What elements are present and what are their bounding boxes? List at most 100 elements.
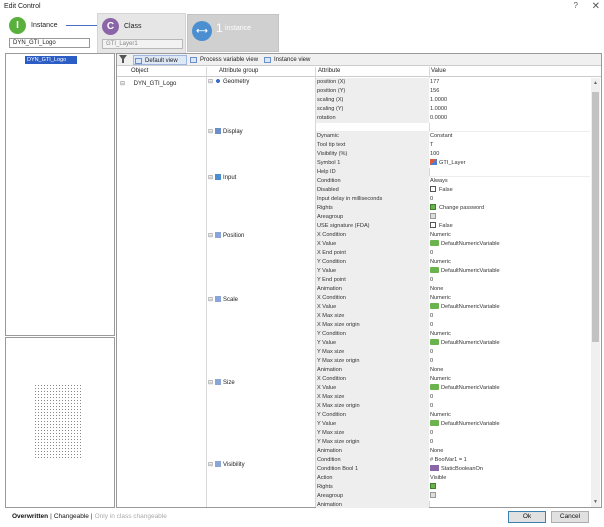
attribute-row[interactable]: X End point 0 — [316, 249, 590, 258]
attribute-row[interactable]: rotation 0.0000 — [316, 114, 590, 123]
collapse-icon[interactable]: ⊟ — [120, 80, 126, 87]
attribute-row[interactable]: Y Condition Numeric — [316, 258, 590, 267]
attribute-row[interactable]: Y Condition Numeric — [316, 330, 590, 339]
attribute-row[interactable]: X Condition Numeric — [316, 294, 590, 303]
attribute-row[interactable]: Rights — [316, 483, 590, 492]
process-variable-view-tab[interactable]: Process variable view — [189, 55, 261, 65]
attribute-row[interactable]: USE signature (FDA) False — [316, 222, 590, 231]
close-button[interactable]: ✕ — [592, 1, 600, 12]
attribute-row[interactable]: X Value DefaultNumericVariable — [316, 303, 590, 312]
attribute-value[interactable]: 0 — [429, 348, 590, 357]
attribute-value[interactable]: Constant — [429, 132, 590, 141]
tree-item-selected[interactable]: DYN_GTI_Logo — [25, 56, 77, 64]
attribute-row[interactable]: Input delay in milliseconds 0 — [316, 195, 590, 204]
attribute-value[interactable]: 0 — [429, 195, 590, 204]
attribute-row[interactable]: Y Max size origin 0 — [316, 357, 590, 366]
collapse-icon[interactable]: ⊟ — [208, 461, 215, 468]
attribute-row[interactable]: Animation None — [316, 447, 590, 456]
class-step[interactable]: C Class GTI_Layer1 — [97, 13, 186, 54]
attribute-row[interactable]: position (Y) 156 — [316, 87, 590, 96]
attribute-row[interactable]: Y End point 0 — [316, 276, 590, 285]
attribute-row[interactable]: Y Value DefaultNumericVariable — [316, 267, 590, 276]
attribute-value[interactable]: 0 — [429, 249, 590, 258]
attribute-value[interactable]: 0 — [429, 438, 590, 447]
group-size[interactable]: ⊟ Size — [208, 379, 235, 386]
mode-overwritten[interactable]: Overwritten — [12, 513, 48, 520]
attribute-row[interactable]: Y Condition Numeric — [316, 411, 590, 420]
attribute-value[interactable]: 0 — [429, 393, 590, 402]
attribute-value[interactable]: 0 — [429, 276, 590, 285]
attribute-value[interactable]: GTI_Layer — [429, 159, 590, 168]
attribute-value[interactable]: 100 — [429, 150, 590, 159]
attribute-row[interactable]: X Condition Numeric — [316, 231, 590, 240]
collapse-icon[interactable]: ⊟ — [208, 296, 215, 303]
group-input[interactable]: ⊟ Input — [208, 174, 236, 181]
attribute-value[interactable]: 1.0000 — [429, 96, 590, 105]
attribute-value[interactable]: Numeric — [429, 258, 590, 267]
attribute-value[interactable]: DefaultNumericVariable — [429, 303, 590, 312]
scroll-down-icon[interactable]: ▼ — [593, 499, 598, 505]
collapse-icon[interactable]: ⊟ — [208, 78, 215, 85]
attribute-row[interactable]: Areagroup — [316, 213, 590, 222]
scroll-up-icon[interactable]: ▲ — [593, 80, 598, 86]
vertical-scrollbar[interactable]: ▲ ▼ — [591, 78, 600, 507]
object-cell[interactable]: ⊟ DYN_GTI_Logo — [120, 80, 176, 87]
attribute-value[interactable]: 0 — [429, 312, 590, 321]
attribute-row[interactable]: Y Value DefaultNumericVariable — [316, 420, 590, 429]
attribute-value[interactable]: DefaultNumericVariable — [429, 420, 590, 429]
instance-step[interactable]: I Instance DYN_GTI_Logo — [5, 13, 95, 54]
attribute-row[interactable]: X Max size 0 — [316, 312, 590, 321]
attribute-value[interactable]: 0 — [429, 321, 590, 330]
attribute-row[interactable]: X Value DefaultNumericVariable — [316, 384, 590, 393]
mode-changeable[interactable]: Changeable — [54, 513, 89, 520]
attribute-row[interactable]: X Condition Numeric — [316, 375, 590, 384]
attribute-row[interactable]: X Max size 0 — [316, 393, 590, 402]
attribute-row[interactable]: Animation None — [316, 366, 590, 375]
attribute-value[interactable]: False — [429, 186, 590, 195]
attribute-value[interactable]: Visible — [429, 474, 590, 483]
attribute-value[interactable]: Numeric — [429, 330, 590, 339]
attribute-value[interactable]: None — [429, 366, 590, 375]
attribute-value[interactable]: DefaultNumericVariable — [429, 339, 590, 348]
group-geometry[interactable]: ⊟ Geometry — [208, 78, 249, 85]
attribute-row[interactable]: scaling (X) 1.0000 — [316, 96, 590, 105]
collapse-icon[interactable]: ⊟ — [208, 174, 215, 181]
attribute-value[interactable]: None — [429, 285, 590, 294]
attribute-value[interactable]: 0 — [429, 357, 590, 366]
attribute-row[interactable]: Y Max size origin 0 — [316, 438, 590, 447]
attribute-row[interactable]: X Max size origin 0 — [316, 321, 590, 330]
collapse-icon[interactable]: ⊟ — [208, 128, 215, 135]
attribute-row[interactable]: Y Value DefaultNumericVariable — [316, 339, 590, 348]
attribute-value[interactable]: Numeric — [429, 411, 590, 420]
attribute-value[interactable]: False — [429, 222, 590, 231]
ok-button[interactable]: Ok — [508, 511, 546, 523]
attribute-row[interactable]: Symbol 1 GTI_Layer — [316, 159, 590, 168]
attribute-value[interactable]: DefaultNumericVariable — [429, 384, 590, 393]
default-view-tab[interactable]: Default view — [133, 55, 187, 65]
attribute-row[interactable]: Disabled False — [316, 186, 590, 195]
attribute-row[interactable]: Visibility (%) 100 — [316, 150, 590, 159]
help-button[interactable]: ? — [574, 1, 578, 10]
attribute-value[interactable]: DefaultNumericVariable — [429, 267, 590, 276]
attribute-row[interactable]: position (X) 177 — [316, 78, 590, 87]
attribute-row[interactable]: Y Max size 0 — [316, 348, 590, 357]
group-visibility[interactable]: ⊟ Visibility — [208, 461, 245, 468]
group-position[interactable]: ⊟ Position — [208, 232, 244, 239]
attribute-value[interactable]: 1.0000 — [429, 105, 590, 114]
attribute-value[interactable]: 0 — [429, 402, 590, 411]
attribute-value[interactable]: DefaultNumericVariable — [429, 240, 590, 249]
group-display[interactable]: ⊟ Display — [208, 128, 243, 135]
attribute-value[interactable]: T — [429, 141, 590, 150]
attribute-value[interactable] — [429, 492, 590, 501]
cancel-button[interactable]: Cancel — [551, 511, 589, 523]
attribute-row[interactable]: Help ID — [316, 168, 590, 177]
scrollbar-thumb[interactable] — [592, 92, 599, 342]
attribute-value[interactable]: 156 — [429, 87, 590, 96]
collapse-icon[interactable]: ⊟ — [208, 232, 215, 239]
attribute-row[interactable]: Action Visible — [316, 474, 590, 483]
attribute-row[interactable]: Condition Always — [316, 177, 590, 186]
instance-count-step[interactable]: ⟷ 1 instance — [187, 14, 279, 52]
attribute-value[interactable] — [429, 213, 590, 222]
collapse-icon[interactable]: ⊟ — [208, 379, 215, 386]
column-header-object[interactable]: Object — [131, 68, 148, 74]
